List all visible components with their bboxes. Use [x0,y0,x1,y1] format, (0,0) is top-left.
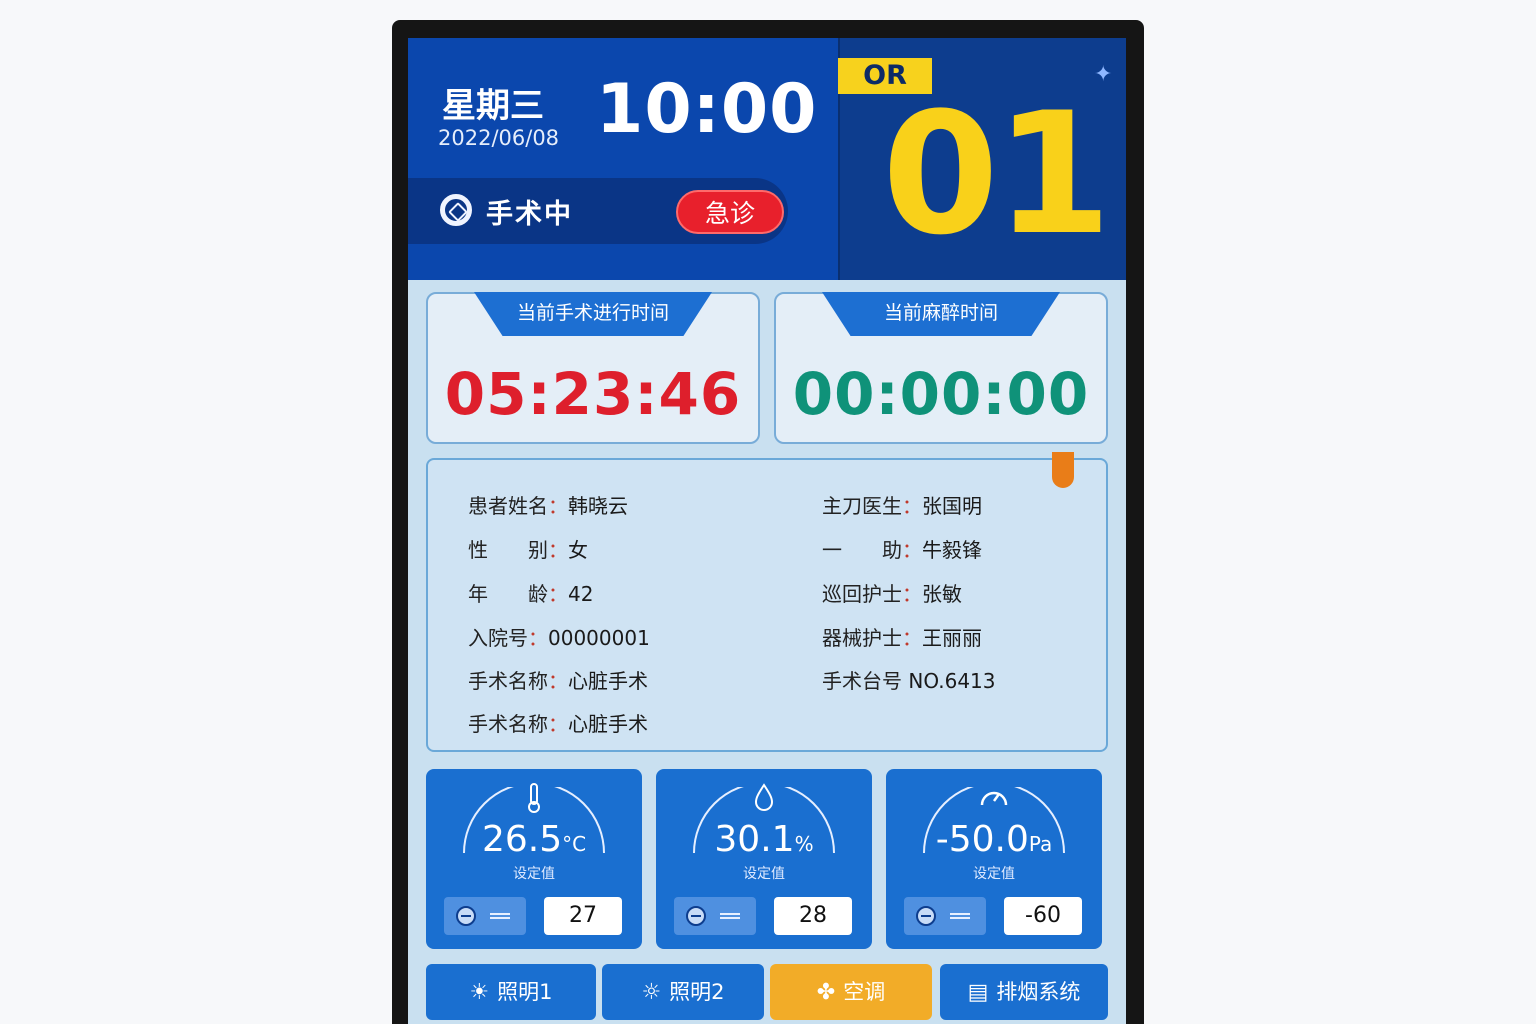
equals-icon [720,913,740,919]
equals-icon [490,913,510,919]
weekday: 星期三 [442,86,544,126]
surgery-timer-card: 当前手术进行时间 05:23:46 [426,292,760,444]
temperature-panel: 26.5°C 设定值 27 [426,769,642,949]
info-row: 手术台号 NO.6413 [822,665,996,694]
surgery-timer-label: 当前手术进行时间 [474,292,712,336]
droplet-icon [748,783,780,815]
sparkle-icon: ✦ [1094,62,1113,87]
info-row: 主刀医生：张国明 [822,494,982,518]
info-value: 牛毅锋 [922,538,982,562]
date: 2022/06/08 [438,126,560,150]
room-panel: OR 01 ✦ [838,38,1126,280]
display-icon: ▤ [967,980,989,1005]
sun-icon: ☼ [641,980,662,1005]
humidity-panel: 30.1% 设定值 28 [656,769,872,949]
info-label: 手术名称 [468,712,548,736]
info-row: 入院号：00000001 [468,626,650,650]
info-label: 患者姓名 [468,494,548,518]
info-label: 年 龄 [468,582,548,606]
setpoint-label: 设定值 [513,866,555,882]
fan-icon: ✤ [816,980,836,1005]
info-label: 一 助 [822,538,902,562]
setpoint-label: 设定值 [973,866,1015,882]
info-label: 入院号 [468,626,528,650]
smoke-exhaust-button[interactable]: ▤ 排烟系统 [940,964,1108,1020]
info-value: 00000001 [548,626,650,650]
info-row: 手术名称：心脏手术 [468,669,648,693]
lighting-1-button[interactable]: ☀ 照明1 [426,964,596,1020]
clock: 10:00 [596,70,818,149]
air-conditioning-button[interactable]: ✤ 空调 [770,964,932,1020]
room-number: 01 [882,76,1112,272]
status-icon [440,194,472,226]
info-value: 42 [568,582,594,606]
pressure-panel: -50.0Pa 设定值 -60 [886,769,1102,949]
info-row: 手术名称：心脏手术 [468,712,648,736]
info-value: 张国明 [922,494,982,518]
info-label: 主刀医生 [822,494,902,518]
display-screen: 星期三 2022/06/08 10:00 手术中 急诊 OR 01 ✦ 当前手术… [408,38,1126,1024]
anesthesia-timer-label: 当前麻醉时间 [822,292,1060,336]
info-row: 器械护士：王丽丽 [822,626,982,650]
pressure-setpoint[interactable]: -60 [1004,897,1082,935]
info-value: NO.6413 [908,669,996,693]
temperature-value: 26.5°C [481,819,587,860]
gauge-icon [978,783,1010,815]
equals-icon [950,913,970,919]
device-frame: 星期三 2022/06/08 10:00 手术中 急诊 OR 01 ✦ 当前手术… [392,20,1144,1024]
info-row: 一 助：牛毅锋 [822,538,982,562]
lighting-2-button[interactable]: ☼ 照明2 [602,964,764,1020]
info-row: 巡回护士：张敏 [822,582,962,606]
info-label: 器械护士 [822,626,902,650]
temperature-setpoint[interactable]: 27 [544,897,622,935]
info-value: 王丽丽 [922,626,982,650]
bookmark-icon [1052,452,1074,488]
minus-icon [916,906,936,926]
surgery-timer-value: 05:23:46 [444,360,742,428]
temperature-decrease-button[interactable] [444,897,526,935]
anesthesia-timer-value: 00:00:00 [792,360,1090,428]
info-row: 性 别：女 [468,538,588,562]
info-value: 张敏 [922,582,962,606]
thermometer-icon [518,783,550,815]
setpoint-label: 设定值 [743,866,785,882]
pressure-decrease-button[interactable] [904,897,986,935]
urgent-badge[interactable]: 急诊 [676,190,784,234]
sun-icon: ☀ [469,980,490,1005]
humidity-setpoint[interactable]: 28 [774,897,852,935]
info-label: 手术名称 [468,669,548,693]
minus-icon [686,906,706,926]
humidity-decrease-button[interactable] [674,897,756,935]
info-label: 巡回护士 [822,582,902,606]
info-value: 心脏手术 [568,712,648,736]
info-value: 女 [568,538,588,562]
patient-info-card: 患者姓名：韩晓云 性 别：女 年 龄：42 入院号：00000001 手术名称：… [426,452,1108,752]
minus-icon [456,906,476,926]
status-bar: 手术中 急诊 [408,178,788,244]
header: 星期三 2022/06/08 10:00 手术中 急诊 OR 01 ✦ [408,38,1126,280]
info-value: 韩晓云 [568,494,628,518]
info-value: 心脏手术 [568,669,648,693]
pressure-value: -50.0Pa [935,819,1053,860]
surgery-status: 手术中 [486,199,573,230]
humidity-value: 30.1% [714,819,814,860]
info-label: 手术台号 [822,669,902,693]
anesthesia-timer-card: 当前麻醉时间 00:00:00 [774,292,1108,444]
info-row: 患者姓名：韩晓云 [468,494,628,518]
info-row: 年 龄：42 [468,582,594,606]
info-label: 性 别 [468,538,548,562]
